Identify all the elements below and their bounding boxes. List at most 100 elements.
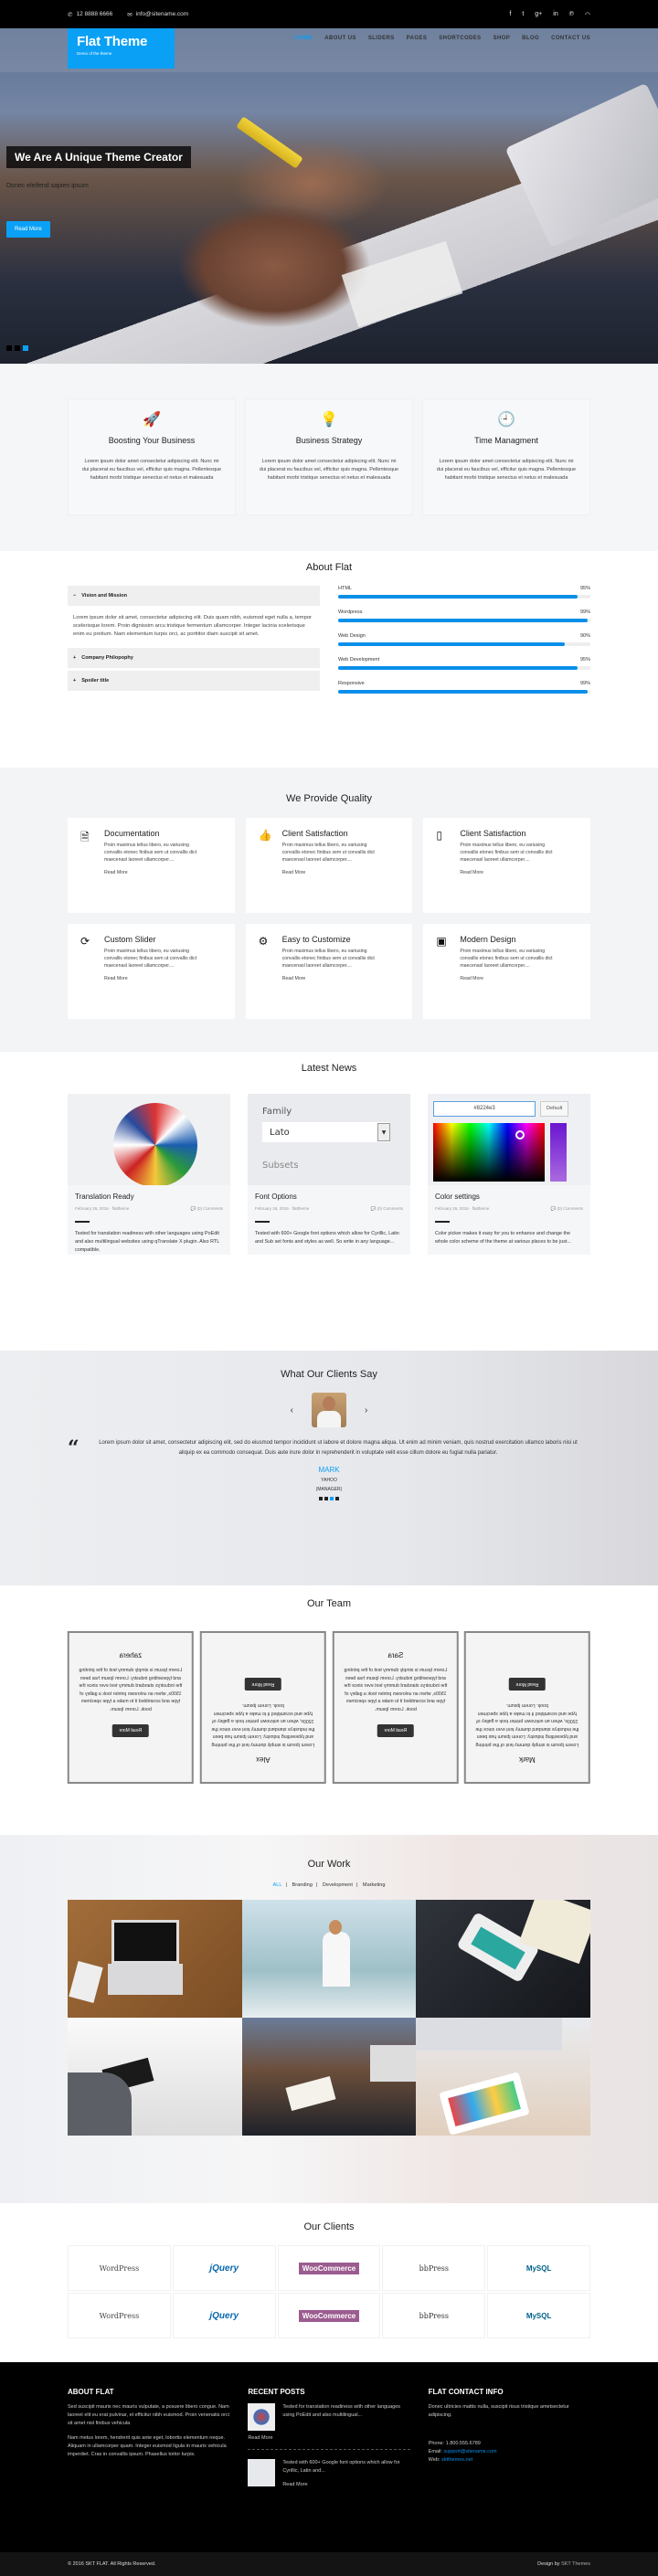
- nav-contact-us[interactable]: CONTACT US: [551, 36, 590, 41]
- skill-fill: [338, 666, 578, 670]
- web-link[interactable]: sktthemes.net: [441, 2457, 472, 2463]
- main-menu: HOME ABOUT US SLIDERS PAGES SHORTCODES S…: [295, 36, 590, 41]
- pager-dot[interactable]: [335, 1497, 339, 1500]
- pager-dot[interactable]: [324, 1497, 328, 1500]
- news-title[interactable]: Font Options: [248, 1185, 410, 1201]
- news-card[interactable]: Translation Ready February 26, 2016 · fl…: [68, 1094, 230, 1255]
- pinterest-icon[interactable]: ℗: [569, 11, 574, 18]
- client-logo-bbpress[interactable]: bbPress: [382, 2293, 486, 2338]
- client-logo-jquery[interactable]: jQuery: [172, 2293, 276, 2338]
- nav-about-us[interactable]: ABOUT US: [324, 36, 356, 41]
- filter-marketing[interactable]: Marketing: [363, 1882, 386, 1888]
- hero-subtitle: Donec eleifend sapien ipsum: [6, 183, 89, 189]
- portfolio-item-laptop[interactable]: [68, 1900, 242, 2018]
- feature-card: 🚀 Boosting Your Business Lorem ipsum dol…: [68, 398, 236, 515]
- team-member-card[interactable]: Mark Lorem Ipsum is simply dummy text of…: [464, 1631, 590, 1784]
- read-more-link[interactable]: Read More: [460, 870, 560, 875]
- client-logo-woocommerce[interactable]: WooCommerce: [277, 2293, 381, 2338]
- team-member-card[interactable]: zahera Lorem Ipsum is simply dummy text …: [68, 1631, 194, 1784]
- site-title: Flat Theme: [77, 34, 148, 49]
- filter-branding[interactable]: Branding: [292, 1882, 313, 1888]
- recent-post-thumbnail[interactable]: [248, 2459, 276, 2486]
- pager-dot[interactable]: [319, 1497, 323, 1500]
- filter-all[interactable]: ALL: [273, 1882, 282, 1888]
- refresh-icon: ⟳: [80, 935, 90, 948]
- portfolio-item-imac[interactable]: [416, 2018, 590, 2136]
- news-card[interactable]: Family Lato ▼ Subsets Font Options Febru…: [248, 1094, 410, 1255]
- news-comments[interactable]: 💬 (0) Comments: [191, 1206, 223, 1212]
- client-logo-woocommerce[interactable]: WooCommerce: [277, 2245, 381, 2291]
- slider-dot[interactable]: [6, 345, 12, 351]
- read-more-link[interactable]: Read More: [248, 2434, 409, 2443]
- accordion-header[interactable]: + Spoiler title: [68, 671, 320, 691]
- news-comments[interactable]: 💬 (0) Comments: [371, 1206, 403, 1212]
- read-more-link[interactable]: Read More: [460, 976, 560, 981]
- chevron-left-icon[interactable]: ‹: [291, 1405, 293, 1415]
- accordion-label: Company Philopophy: [81, 655, 133, 661]
- portfolio-item-tablet[interactable]: [68, 2018, 242, 2136]
- nav-home[interactable]: HOME: [295, 36, 313, 41]
- read-more-link[interactable]: Read More: [104, 870, 205, 875]
- rss-icon[interactable]: ◠: [585, 11, 590, 18]
- chevron-right-icon[interactable]: ›: [365, 1405, 367, 1415]
- plus-icon: +: [73, 655, 77, 661]
- pager-dot-active[interactable]: [330, 1497, 334, 1500]
- team-member-card[interactable]: Sara Lorem Ipsum is simply dummy text of…: [332, 1631, 459, 1784]
- read-more-button[interactable]: Read More: [244, 1678, 281, 1691]
- google-plus-icon[interactable]: g+: [535, 11, 542, 18]
- read-more-button[interactable]: Read More: [111, 1724, 150, 1737]
- accordion-header[interactable]: − Vision and Mission: [68, 586, 320, 606]
- quality-card: ▣ Modern Design Proin maximus tellus lib…: [423, 924, 590, 1019]
- news-card[interactable]: #8224e3 Default Color settings February …: [428, 1094, 590, 1255]
- client-role: (MANAGER): [315, 1487, 343, 1492]
- nav-blog[interactable]: BLOG: [522, 36, 539, 41]
- twitter-icon[interactable]: t: [522, 11, 524, 18]
- member-bio: Lorem Ipsum is simply dummy text of the …: [79, 1668, 183, 1712]
- email-link[interactable]: support@sitename.com: [443, 2449, 496, 2454]
- portfolio-item-writing[interactable]: [241, 2018, 417, 2136]
- nav-shortcodes[interactable]: SHORTCODES: [439, 36, 481, 41]
- slider-dot-active[interactable]: [23, 345, 28, 351]
- client-logo-wordpress[interactable]: WordPress: [68, 2293, 171, 2338]
- client-logo-text: MySQL: [525, 2311, 552, 2320]
- news-comments[interactable]: 💬 (0) Comments: [551, 1206, 583, 1212]
- recent-post-thumbnail[interactable]: [248, 2403, 276, 2431]
- team-member-card[interactable]: Alex Lorem Ipsum is simply dummy text of…: [199, 1631, 326, 1784]
- read-more-button[interactable]: Read More: [508, 1678, 547, 1691]
- nav-sliders[interactable]: SLIDERS: [368, 36, 395, 41]
- member-name: Sara: [387, 1651, 403, 1659]
- design-credit-link[interactable]: SKT Themes: [561, 2561, 590, 2567]
- news-date: February 26, 2016 · flattheme: [75, 1206, 130, 1211]
- divider: [435, 1221, 450, 1223]
- client-logo-jquery[interactable]: jQuery: [172, 2245, 276, 2291]
- portfolio-item-phone[interactable]: [416, 1900, 590, 2018]
- news-title[interactable]: Translation Ready: [68, 1185, 230, 1201]
- read-more-link[interactable]: Read More: [104, 976, 205, 981]
- portfolio-item-office[interactable]: [241, 1900, 417, 2018]
- nav-pages[interactable]: PAGES: [407, 36, 428, 41]
- linkedin-icon[interactable]: in: [553, 11, 557, 18]
- client-logo-mysql[interactable]: MySQL: [487, 2293, 590, 2338]
- site-logo[interactable]: Flat Theme Demo of the theme: [68, 28, 175, 69]
- client-logo-bbpress[interactable]: bbPress: [382, 2245, 486, 2291]
- facebook-icon[interactable]: f: [509, 11, 511, 18]
- read-more-link[interactable]: Read More: [282, 976, 383, 981]
- hero-read-more-button[interactable]: Read More: [6, 221, 50, 238]
- image-icon: ▣: [436, 935, 447, 948]
- filter-development[interactable]: Development: [323, 1882, 353, 1888]
- nav-shop[interactable]: SHOP: [494, 36, 511, 41]
- news-title[interactable]: Color settings: [428, 1185, 590, 1201]
- mail-icon: ✉: [127, 11, 133, 18]
- accordion-header[interactable]: + Company Philopophy: [68, 648, 320, 668]
- read-more-link[interactable]: Read More: [282, 870, 383, 875]
- recent-post: Tested with 600+ Google font options whi…: [248, 2459, 409, 2489]
- read-more-link[interactable]: Read More: [282, 2481, 409, 2489]
- slider-dot[interactable]: [15, 345, 20, 351]
- member-name: Mark: [519, 1755, 536, 1764]
- client-logo-mysql[interactable]: MySQL: [487, 2245, 590, 2291]
- topbar-email[interactable]: info@sitename.com: [136, 11, 189, 17]
- client-logo-text: bbPress: [419, 2311, 449, 2320]
- client-logo-wordpress[interactable]: WordPress: [68, 2245, 171, 2291]
- read-more-button[interactable]: Read More: [377, 1724, 414, 1737]
- client-logo-text: MySQL: [525, 2263, 552, 2273]
